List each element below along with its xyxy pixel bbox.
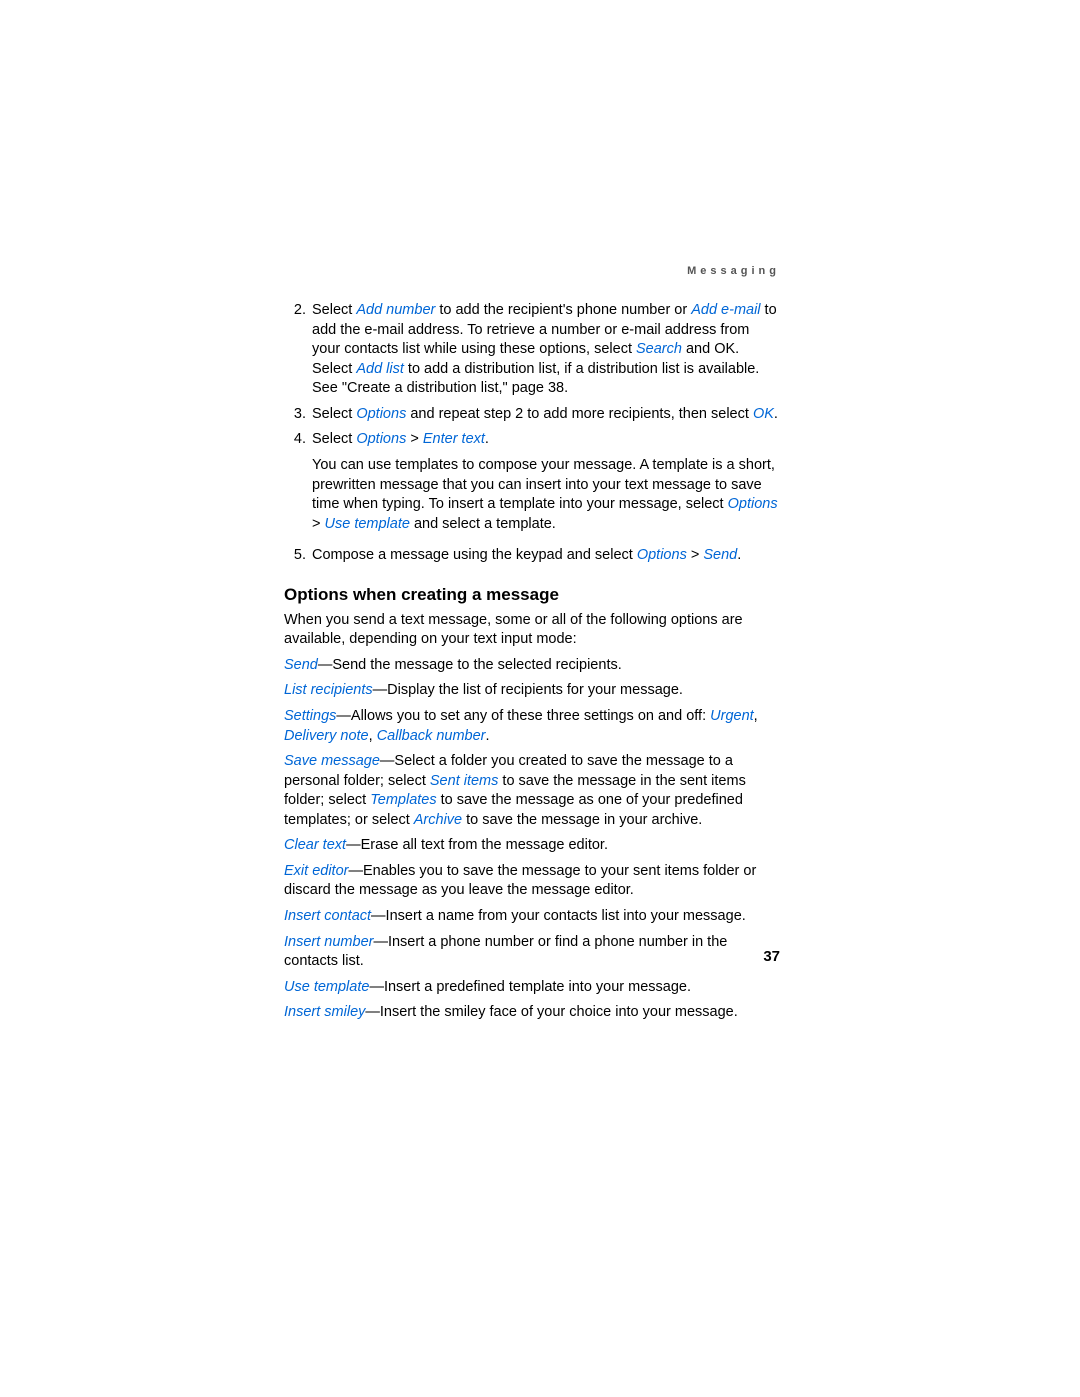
step-3: 3. Select Options and repeat step 2 to a… xyxy=(284,405,780,425)
text: to save the message in your archive. xyxy=(462,812,702,828)
text: > xyxy=(406,431,423,447)
text: Select xyxy=(312,302,356,318)
step-number: 3. xyxy=(284,405,312,425)
term-callback-number: Callback number xyxy=(377,728,486,744)
text: . xyxy=(485,431,489,447)
text: —Allows you to set any of these three se… xyxy=(336,708,710,724)
ui-term-options: Options xyxy=(356,406,406,422)
opt-insert-smiley: Insert smiley—Insert the smiley face of … xyxy=(284,1003,780,1023)
step-number: 2. xyxy=(284,301,312,399)
section-intro: When you send a text message, some or al… xyxy=(284,611,780,650)
text: —Insert the smiley face of your choice i… xyxy=(365,1004,737,1020)
text: and select a template. xyxy=(410,516,556,532)
page-content: 2. Select Add number to add the recipien… xyxy=(284,301,780,1023)
step-number: 4. xyxy=(284,430,312,540)
term-exit-editor: Exit editor xyxy=(284,863,348,879)
ui-term-search: Search xyxy=(636,341,682,357)
step-4-detail: You can use templates to compose your me… xyxy=(312,456,780,534)
opt-settings: Settings—Allows you to set any of these … xyxy=(284,707,780,746)
term-sent-items: Sent items xyxy=(430,773,499,789)
opt-insert-number: Insert number—Insert a phone number or f… xyxy=(284,933,780,972)
term-delivery-note: Delivery note xyxy=(284,728,369,744)
text: —Send the message to the selected recipi… xyxy=(318,657,622,673)
section-heading: Options when creating a message xyxy=(284,584,780,607)
text: You can use templates to compose your me… xyxy=(312,457,775,512)
term-settings: Settings xyxy=(284,708,336,724)
step-5: 5. Compose a message using the keypad an… xyxy=(284,546,780,566)
text: Select xyxy=(312,431,356,447)
text: . xyxy=(774,406,778,422)
ui-term-ok: OK xyxy=(714,341,735,357)
text: > xyxy=(312,516,325,532)
ui-term-options: Options xyxy=(728,496,778,512)
text: —Display the list of recipients for your… xyxy=(373,682,683,698)
opt-clear-text: Clear text—Erase all text from the messa… xyxy=(284,836,780,856)
ui-term-options: Options xyxy=(356,431,406,447)
opt-save-message: Save message—Select a folder you created… xyxy=(284,752,780,830)
text: , xyxy=(369,728,377,744)
term-urgent: Urgent xyxy=(710,708,754,724)
ui-term-add-list: Add list xyxy=(356,361,404,377)
term-templates: Templates xyxy=(370,792,436,808)
ui-term-ok: OK xyxy=(753,406,774,422)
text: and xyxy=(682,341,714,357)
text: > xyxy=(687,547,704,563)
step-number: 5. xyxy=(284,546,312,566)
term-use-template: Use template xyxy=(284,979,369,995)
opt-exit-editor: Exit editor—Enables you to save the mess… xyxy=(284,862,780,901)
step-body: Compose a message using the keypad and s… xyxy=(312,546,780,566)
step-body: Select Add number to add the recipient's… xyxy=(312,301,780,399)
ui-term-options: Options xyxy=(637,547,687,563)
step-2: 2. Select Add number to add the recipien… xyxy=(284,301,780,399)
text: . xyxy=(486,728,490,744)
text: . xyxy=(737,547,741,563)
ui-term-send: Send xyxy=(703,547,737,563)
ui-term-use-template: Use template xyxy=(325,516,410,532)
term-save-message: Save message xyxy=(284,753,380,769)
text: —Insert a name from your contacts list i… xyxy=(371,908,746,924)
opt-use-template: Use template—Insert a predefined templat… xyxy=(284,978,780,998)
ui-term-add-number: Add number xyxy=(356,302,435,318)
opt-send: Send—Send the message to the selected re… xyxy=(284,656,780,676)
text: —Erase all text from the message editor. xyxy=(346,837,608,853)
step-body: Select Options and repeat step 2 to add … xyxy=(312,405,780,425)
text: and repeat step 2 to add more recipients… xyxy=(406,406,753,422)
opt-list-recipients: List recipients—Display the list of reci… xyxy=(284,681,780,701)
running-header: Messaging xyxy=(687,265,780,277)
text: Select xyxy=(312,406,356,422)
text: Compose a message using the keypad and s… xyxy=(312,547,637,563)
term-insert-smiley: Insert smiley xyxy=(284,1004,365,1020)
term-archive: Archive xyxy=(414,812,462,828)
term-clear-text: Clear text xyxy=(284,837,346,853)
text: —Insert a predefined template into your … xyxy=(369,979,691,995)
procedure-steps: 2. Select Add number to add the recipien… xyxy=(284,301,780,566)
term-insert-number: Insert number xyxy=(284,934,373,950)
ui-term-enter-text: Enter text xyxy=(423,431,485,447)
ui-term-add-email: Add e-mail xyxy=(691,302,760,318)
term-insert-contact: Insert contact xyxy=(284,908,371,924)
text: —Enables you to save the message to your… xyxy=(284,863,756,899)
opt-insert-contact: Insert contact—Insert a name from your c… xyxy=(284,907,780,927)
term-send: Send xyxy=(284,657,318,673)
step-4: 4. Select Options > Enter text. You can … xyxy=(284,430,780,540)
text: , xyxy=(754,708,758,724)
step-body: Select Options > Enter text. You can use… xyxy=(312,430,780,540)
page-number: 37 xyxy=(763,948,780,965)
manual-page: Messaging 2. Select Add number to add th… xyxy=(0,0,1080,1397)
text: to add the recipient's phone number or xyxy=(435,302,691,318)
term-list-recipients: List recipients xyxy=(284,682,373,698)
